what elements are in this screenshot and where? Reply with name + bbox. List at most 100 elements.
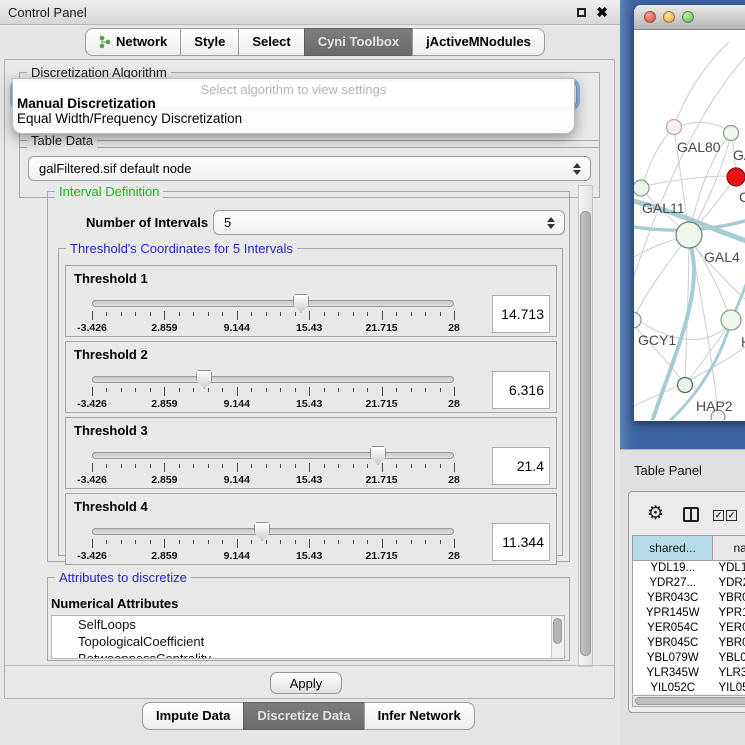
checkbox-icon[interactable]: ✓ — [726, 510, 737, 521]
combobox-value: 5 — [224, 215, 231, 230]
threshold-slider[interactable]: -3.4262.8599.14415.4321.71528 — [74, 372, 474, 412]
list-scrollbar[interactable] — [551, 616, 564, 659]
tick-mark — [411, 464, 412, 468]
tick-mark — [353, 388, 354, 392]
vertical-scrollbar[interactable] — [578, 185, 593, 667]
table-row[interactable]: YDL19...YDL19... — [633, 561, 745, 576]
numerical-attributes-heading: Numerical Attributes — [51, 596, 178, 611]
slider-track[interactable] — [92, 528, 454, 535]
scrollbar-thumb[interactable] — [635, 697, 745, 705]
node-red[interactable] — [727, 168, 745, 186]
tick-mark — [193, 312, 194, 316]
table-row[interactable]: YIL052CYIL052C — [633, 681, 745, 694]
tick-mark — [396, 312, 397, 316]
gear-icon[interactable]: ⚙ — [647, 502, 664, 525]
tab-select[interactable]: Select — [238, 28, 304, 56]
axis-labels: -3.4262.8599.14415.4321.71528 — [92, 398, 454, 410]
list-item-topologicalcoefficient[interactable]: TopologicalCoefficient — [52, 633, 564, 650]
tick-mark — [179, 388, 180, 392]
node-h[interactable] — [721, 310, 741, 330]
table-row[interactable]: YLR345WYLR345W — [633, 666, 745, 681]
tab-infer-network[interactable]: Infer Network — [364, 702, 475, 730]
node-gal11[interactable] — [634, 180, 649, 196]
traffic-light-minimize-icon[interactable] — [663, 11, 675, 23]
threshold-label: Threshold 4 — [74, 499, 148, 514]
window-titlebar[interactable] — [634, 5, 745, 30]
popup-option-manual-discretization[interactable]: Manual Discretization — [13, 97, 574, 112]
close-icon[interactable]: ✖ — [596, 4, 608, 21]
network-edge — [634, 237, 684, 260]
threshold-slider[interactable]: -3.4262.8599.14415.4321.71528 — [74, 448, 474, 488]
traffic-light-close-icon[interactable] — [644, 11, 656, 23]
number-of-intervals-combobox[interactable]: 5 — [213, 210, 565, 235]
tab-jactivemnodules[interactable]: jActiveMNodules — [412, 28, 545, 56]
table-row[interactable]: YER054CYER054C — [633, 621, 745, 636]
tick-mark — [382, 539, 383, 548]
table-cell: YIL052C — [633, 681, 712, 694]
slider-track[interactable] — [92, 376, 454, 383]
group-title: Table Data — [27, 133, 97, 148]
table-cell: YBL079W — [633, 651, 712, 666]
table-cell: YDL19... — [712, 561, 745, 576]
tab-style[interactable]: Style — [180, 28, 239, 56]
tab-label: jActiveMNodules — [426, 34, 531, 49]
table-row[interactable]: YBL079WYBL079W — [633, 651, 745, 666]
threshold-value-field[interactable]: 6.316 — [492, 371, 550, 409]
checkbox-icon[interactable]: ✓ — [713, 510, 724, 521]
table-cell: YIL052C — [712, 681, 745, 694]
split-pane-icon[interactable] — [683, 507, 699, 522]
tick-mark — [237, 539, 238, 548]
threshold-value-field[interactable]: 14.713 — [492, 295, 550, 333]
scrollbar-thumb[interactable] — [580, 211, 591, 656]
slider-ticks — [92, 311, 454, 321]
group-title: Interval Definition — [55, 185, 163, 199]
tab-discretize-data[interactable]: Discretize Data — [243, 702, 364, 730]
axis-label: 21.715 — [366, 398, 398, 410]
apply-button[interactable]: Apply — [270, 672, 342, 694]
list-item-selfloops[interactable]: SelfLoops — [52, 616, 564, 633]
table-cell: YBL079W — [712, 651, 745, 666]
threshold-value-field[interactable]: 21.4 — [492, 447, 550, 485]
tab-impute-data[interactable]: Impute Data — [142, 702, 244, 730]
slider-track[interactable] — [92, 300, 454, 307]
column-header[interactable]: shared... — [632, 535, 713, 561]
list-item-betweennesscentrality[interactable]: BetweennessCentrality — [52, 650, 564, 659]
table-row[interactable]: YPR145WYPR145W — [633, 606, 745, 621]
threshold-value-field[interactable]: 11.344 — [492, 523, 550, 561]
popup-option-equal-width-frequency-discretization[interactable]: Equal Width/Frequency Discretization — [13, 112, 574, 127]
slider-track[interactable] — [92, 452, 454, 459]
table-cell: YBR043C — [712, 591, 745, 606]
float-window-icon[interactable] — [577, 8, 586, 17]
traffic-light-zoom-icon[interactable] — [682, 11, 694, 23]
table-row[interactable]: YBR043CYBR043C — [633, 591, 745, 606]
tab-cyni-toolbox[interactable]: Cyni Toolbox — [304, 28, 413, 56]
tick-mark — [92, 311, 93, 320]
tick-mark — [353, 540, 354, 544]
network-canvas[interactable]: GAL80GAGAL11CGAL4GCY1HHAP2 — [634, 30, 745, 420]
spinner-icon — [547, 217, 555, 229]
node-top[interactable] — [724, 126, 739, 141]
threshold-slider[interactable]: -3.4262.8599.14415.4321.71528 — [74, 524, 474, 564]
table-row[interactable]: YBR045CYBR045C — [633, 636, 745, 651]
node-gal80[interactable] — [667, 120, 682, 135]
tab-network[interactable]: Network — [85, 28, 181, 56]
table-data-combobox[interactable]: galFiltered.sif default node — [28, 156, 591, 181]
threshold-label: Threshold 1 — [74, 271, 148, 286]
table-header-row: shared... name — [632, 535, 745, 561]
threshold-slider[interactable]: -3.4262.8599.14415.4321.71528 — [74, 296, 474, 336]
column-header[interactable]: name — [712, 535, 745, 561]
axis-label: -3.426 — [77, 322, 107, 334]
axis-label: 28 — [448, 474, 460, 486]
scrollbar-thumb[interactable] — [553, 618, 562, 644]
tick-mark — [353, 312, 354, 316]
axis-label: 28 — [448, 398, 460, 410]
horizontal-scrollbar[interactable] — [632, 695, 745, 707]
tick-mark — [454, 539, 455, 548]
node-hap2[interactable] — [678, 378, 693, 393]
table-row[interactable]: YDR27...YDR27... — [633, 576, 745, 591]
node-gcy1[interactable] — [634, 312, 641, 328]
number-of-intervals-label: Number of Intervals — [86, 215, 208, 230]
threshold-label: Threshold 2 — [74, 347, 148, 362]
node-gal4[interactable] — [676, 222, 702, 248]
axis-label: 28 — [448, 550, 460, 562]
